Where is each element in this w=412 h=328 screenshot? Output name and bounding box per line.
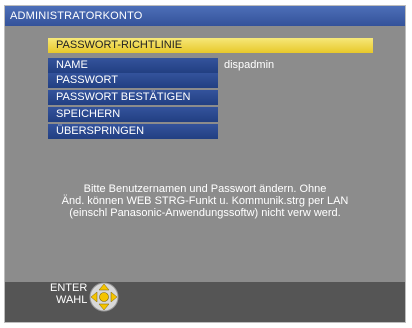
menu-item-password-policy[interactable]: PASSWORT-RICHTLINIE	[48, 38, 373, 53]
dpad-icon	[89, 282, 119, 312]
name-value: dispadmin	[224, 59, 275, 71]
info-message: Bitte Benutzernamen und Passwort ändern.…	[61, 183, 349, 219]
enter-key-label: ENTER	[50, 282, 88, 294]
screen-title: ADMINISTRATORKONTO	[5, 6, 405, 26]
menu-item-name[interactable]: NAME	[48, 58, 218, 73]
menu-item-skip[interactable]: ÜBERSPRINGEN	[48, 124, 218, 139]
admin-account-screen: ADMINISTRATORKONTO PASSWORT-RICHTLINIE N…	[4, 5, 406, 323]
select-key-label: WAHL	[56, 294, 88, 306]
menu-item-password[interactable]: PASSWORT	[48, 73, 218, 88]
menu-item-confirm-password[interactable]: PASSWORT BESTÄTIGEN	[48, 90, 218, 105]
menu-item-save[interactable]: SPEICHERN	[48, 107, 218, 122]
